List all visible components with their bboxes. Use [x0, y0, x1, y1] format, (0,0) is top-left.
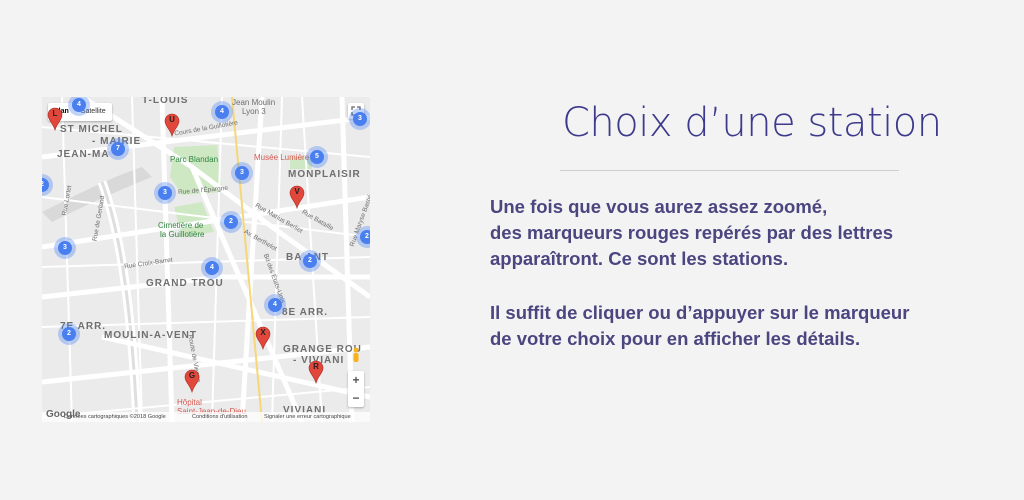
cluster-count: 2: [224, 215, 238, 229]
street-view-pegman[interactable]: [352, 347, 360, 363]
district-label: JEAN-MA: [57, 149, 110, 160]
place-label: Lyon 3: [242, 107, 266, 116]
station-marker[interactable]: U: [164, 113, 180, 138]
map-attribution: Données cartographiques ©2018 Google Con…: [42, 412, 370, 422]
district-label: ST MICHEL: [60, 124, 123, 135]
cluster-count: 3: [58, 241, 72, 255]
station-marker[interactable]: L: [47, 107, 63, 132]
zoom-control: + −: [348, 371, 364, 407]
station-letter: X: [260, 328, 266, 337]
cluster-count: 2: [360, 230, 370, 244]
cluster-marker[interactable]: 2: [220, 211, 242, 233]
cluster-count: 3: [158, 186, 172, 200]
cluster-marker[interactable]: 3: [54, 237, 76, 259]
cluster-count: 4: [268, 298, 282, 312]
district-label: GRANGE ROU: [283, 344, 362, 355]
station-letter: V: [294, 187, 300, 196]
map[interactable]: Plan Satellite ST MICHEL - MAIRIE JEAN-M…: [42, 97, 370, 422]
cemetery-label: Cimetière de: [158, 221, 204, 230]
report-error-link[interactable]: Signaler une erreur cartographique: [264, 412, 351, 422]
cluster-marker[interactable]: 4: [211, 101, 233, 123]
cluster-marker[interactable]: 7: [107, 138, 129, 160]
station-letter: U: [169, 115, 175, 124]
google-logo: Google: [46, 409, 81, 420]
zoom-out-button[interactable]: −: [348, 389, 364, 407]
page-title: Choix d’une station: [562, 100, 942, 146]
district-label: GRAND TROU: [146, 278, 224, 289]
district-label: MONPLAISIR: [288, 169, 361, 180]
station-marker[interactable]: V: [289, 185, 305, 210]
station-marker[interactable]: X: [255, 326, 271, 351]
station-marker[interactable]: G: [184, 369, 200, 394]
paragraph-line: Une fois que vous aurez assez zoomé,: [490, 196, 828, 217]
hospital-label: Hôpital: [177, 398, 202, 407]
terms-link[interactable]: Conditions d'utilisation: [192, 412, 247, 422]
cemetery-label: la Guillotière: [160, 230, 205, 239]
cluster-marker[interactable]: 4: [201, 257, 223, 279]
cluster-marker[interactable]: 3: [231, 162, 253, 184]
park-label: Parc Blandan: [170, 155, 219, 164]
cluster-count: 4: [72, 98, 86, 112]
station-letter: L: [52, 109, 58, 118]
pegman-icon: [353, 347, 359, 362]
cluster-count: 7: [111, 142, 125, 156]
district-label: MOULIN-A-VENT: [104, 330, 197, 341]
station-marker[interactable]: R: [308, 360, 324, 385]
cluster-marker[interactable]: 2: [58, 323, 80, 345]
cluster-marker[interactable]: 3: [349, 108, 370, 130]
district-label: 8E ARR.: [282, 307, 329, 318]
station-letter: G: [188, 371, 196, 380]
cluster-marker[interactable]: 3: [154, 182, 176, 204]
cluster-count: 4: [205, 261, 219, 275]
cluster-marker[interactable]: 2: [299, 250, 321, 272]
cluster-count: 2: [62, 327, 76, 341]
paragraph-line: de votre choix pour en afficher les déta…: [490, 328, 861, 349]
cluster-count: 4: [215, 105, 229, 119]
title-divider: [560, 170, 899, 171]
district-label: T-LOUIS: [142, 97, 189, 106]
cluster-count: 5: [310, 150, 324, 164]
paragraph-1: Une fois que vous aurez assez zoomé, des…: [490, 194, 893, 272]
cluster-count: 3: [235, 166, 249, 180]
station-letter: R: [313, 362, 319, 371]
museum-label: Musée Lumière: [254, 153, 310, 162]
paragraph-line: des marqueurs rouges repérés par des let…: [490, 222, 894, 243]
zoom-in-button[interactable]: +: [348, 371, 364, 389]
cluster-marker[interactable]: 4: [264, 294, 286, 316]
cluster-count: 2: [303, 254, 317, 268]
paragraph-line: apparaîtront. Ce sont les stations.: [490, 248, 789, 269]
cluster-marker[interactable]: 5: [306, 146, 328, 168]
cluster-count: 2: [42, 178, 49, 192]
place-label: Jean Moulin: [232, 98, 276, 107]
paragraph-2: Il suffit de cliquer ou d’appuyer sur le…: [490, 300, 909, 352]
paragraph-line: Il suffit de cliquer ou d’appuyer sur le…: [490, 302, 910, 323]
cluster-count: 3: [353, 112, 367, 126]
